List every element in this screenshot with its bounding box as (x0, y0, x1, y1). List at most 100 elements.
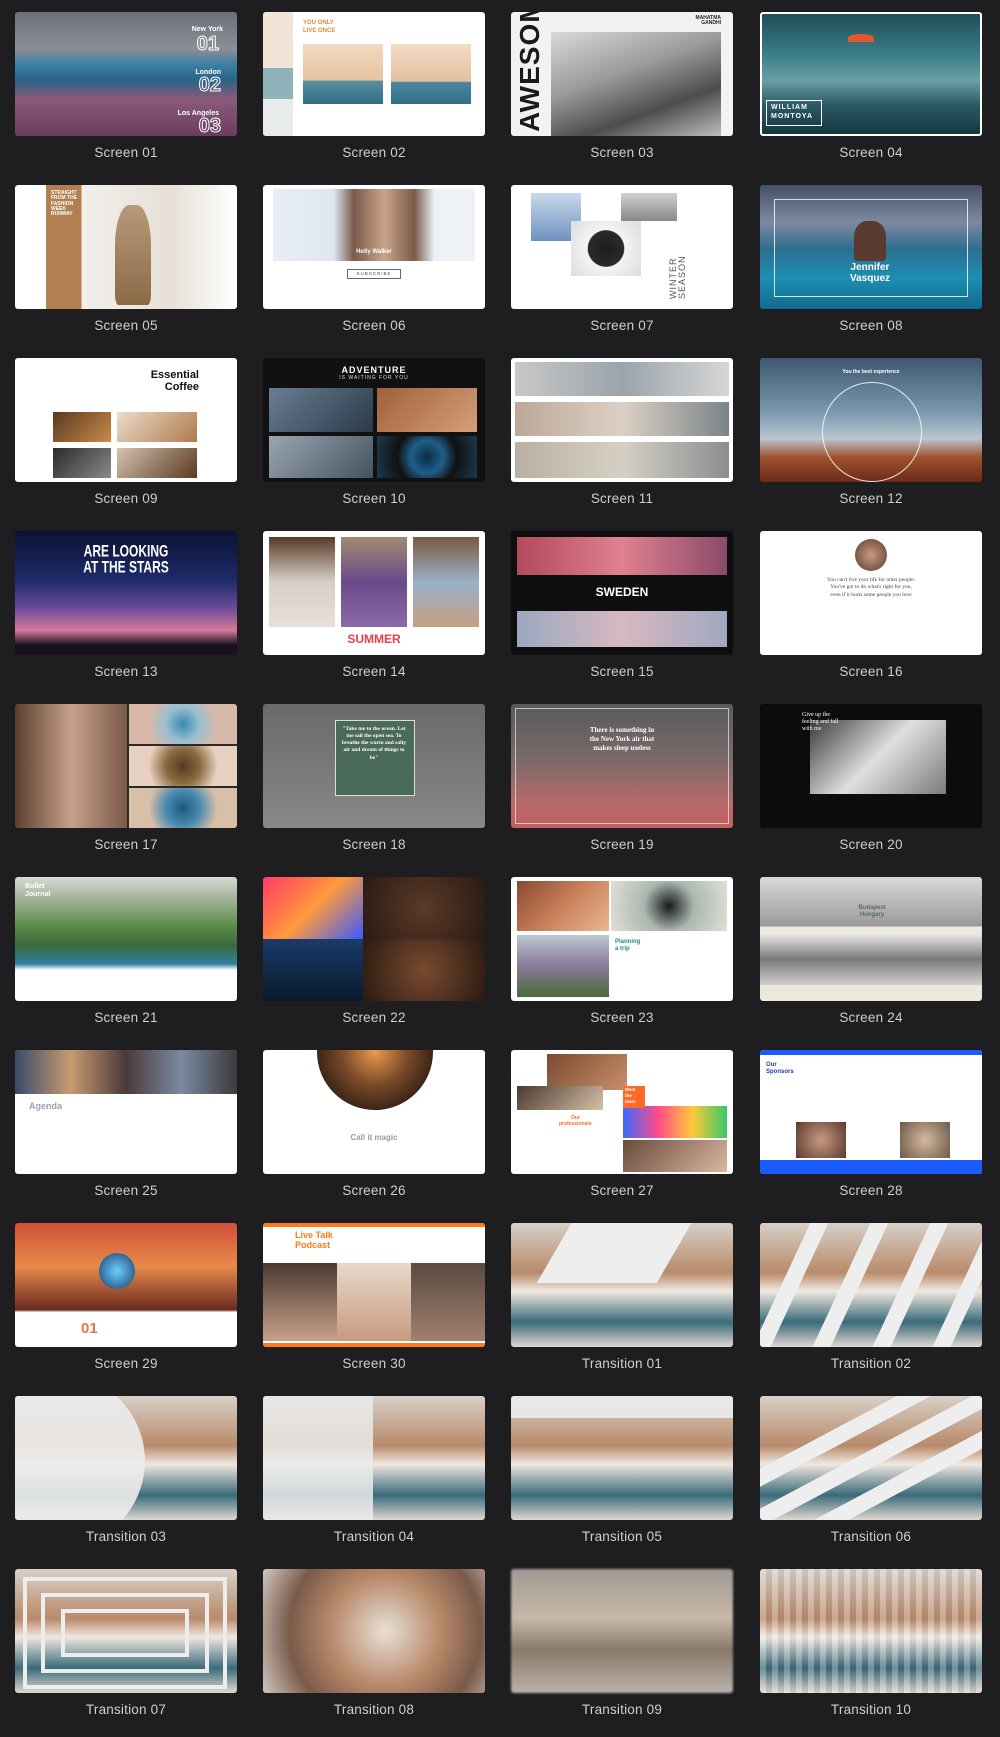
thumbnail-image[interactable]: Give up the feeling and fall with me (760, 704, 982, 828)
thumbnail-image[interactable] (15, 704, 237, 828)
thumbnail-card-screen-10[interactable]: ADVENTURE IS WAITING FOR YOU Screen 10 (263, 358, 485, 508)
thumbnail-card-screen-09[interactable]: Essential Coffee Screen 09 (15, 358, 237, 508)
thumbnail-card-screen-11[interactable]: Screen 11 (511, 358, 733, 508)
thumbnail-image[interactable]: New York 01 London 02 Los Angeles 03 (15, 12, 237, 136)
thumbnail-card-transition-08[interactable]: Transition 08 (263, 1569, 485, 1719)
thumbnail-image[interactable]: SUMMER (263, 531, 485, 655)
thumbnail-image[interactable]: You the best experience (760, 358, 982, 482)
thumbnail-card-screen-01[interactable]: New York 01 London 02 Los Angeles 03 Scr… (15, 12, 237, 162)
thumbnail-card-screen-20[interactable]: Give up the feeling and fall with me Scr… (760, 704, 982, 854)
thumbnail-card-screen-17[interactable]: Screen 17 (15, 704, 237, 854)
title-line: Budapest (858, 905, 886, 911)
thumbnail-card-transition-06[interactable]: Transition 06 (760, 1396, 982, 1546)
title-line: LIVE ONCE (303, 28, 336, 34)
thumbnail-image[interactable]: Meet the team Our professionals (511, 1050, 733, 1174)
thumbnail-card-screen-02[interactable]: YOU ONLY LIVE ONCE Screen 02 (263, 12, 485, 162)
thumbnail-image[interactable]: Budapest Hungary (760, 877, 982, 1001)
thumbnail-image[interactable]: There is something in the New York air t… (511, 704, 733, 828)
thumbnail-image[interactable]: AWESOME MAHATMA GANDHI (511, 12, 733, 136)
thumbnail-card-screen-25[interactable]: Agenda Screen 25 (15, 1050, 237, 1200)
thumbnail-card-transition-05[interactable]: Transition 05 (511, 1396, 733, 1546)
thumbnail-card-transition-02[interactable]: Transition 02 (760, 1223, 982, 1373)
thumbnail-image[interactable]: Planning a trip (511, 877, 733, 1001)
thumbnail-card-transition-09[interactable]: Transition 09 (511, 1569, 733, 1719)
thumbnail-image[interactable] (263, 1396, 485, 1520)
title-line: YOU ONLY (303, 20, 334, 26)
thumbnail-card-screen-24[interactable]: Budapest Hungary Screen 24 (760, 877, 982, 1027)
thumbnail-card-screen-07[interactable]: WINTER SEASON Screen 07 (511, 185, 733, 335)
thumbnail-label: Screen 28 (839, 1183, 903, 1198)
thumbnail-card-screen-26[interactable]: Call it magic Screen 26 (263, 1050, 485, 1200)
thumbnail-image[interactable] (263, 877, 485, 1001)
thumbnail-card-screen-12[interactable]: You the best experience Screen 12 (760, 358, 982, 508)
thumbnail-label: Transition 06 (830, 1529, 912, 1544)
thumbnail-image[interactable] (760, 1396, 982, 1520)
thumbnail-card-transition-10[interactable]: Transition 10 (760, 1569, 982, 1719)
thumbnail-image[interactable] (511, 358, 733, 482)
thumbnail-image[interactable]: WINTER SEASON (511, 185, 733, 309)
thumbnail-image[interactable]: Holly Walker SUBSCRIBE (263, 185, 485, 309)
thumbnail-card-screen-29[interactable]: 01 Screen 29 (15, 1223, 237, 1373)
thumbnail-image[interactable]: STRAIGHT FROM THE FASHION WEEK RUNWAY (15, 185, 237, 309)
thumbnail-image[interactable] (760, 1569, 982, 1693)
thumbnail-card-screen-14[interactable]: SUMMER Screen 14 (263, 531, 485, 681)
thumbnail-image[interactable] (15, 1569, 237, 1693)
thumbnail-image[interactable]: ADVENTURE IS WAITING FOR YOU (263, 358, 485, 482)
thumbnail-image[interactable]: Call it magic (263, 1050, 485, 1174)
thumbnail-image[interactable]: WILLIAM MONTOYA (760, 12, 982, 136)
thumbnail-card-screen-13[interactable]: ARE LOOKING AT THE STARS Screen 13 (15, 531, 237, 681)
thumbnail-image[interactable]: 01 (15, 1223, 237, 1347)
thumbnail-card-screen-30[interactable]: Live Talk Podcast Screen 30 (263, 1223, 485, 1373)
thumbnail-image[interactable]: Agenda (15, 1050, 237, 1174)
thumbnail-card-screen-27[interactable]: Meet the team Our professionals Screen 2… (511, 1050, 733, 1200)
thumbnail-card-screen-23[interactable]: Planning a trip Screen 23 (511, 877, 733, 1027)
thumbnail-image[interactable]: Essential Coffee (15, 358, 237, 482)
thumbnail-card-screen-21[interactable]: Bullet Journal Screen 21 (15, 877, 237, 1027)
thumbnail-card-transition-03[interactable]: Transition 03 (15, 1396, 237, 1546)
thumbnail-card-screen-22[interactable]: Screen 22 (263, 877, 485, 1027)
thumbnail-card-screen-28[interactable]: Our Sponsors Screen 28 (760, 1050, 982, 1200)
vertical-title: WINTER SEASON (668, 255, 688, 299)
thumbnail-card-transition-04[interactable]: Transition 04 (263, 1396, 485, 1546)
thumbnail-image[interactable]: "Take me to the ocean. Let me sail the o… (263, 704, 485, 828)
thumbnail-image[interactable]: Jennifer Vasquez (760, 185, 982, 309)
thumbnail-image[interactable] (511, 1223, 733, 1347)
thumbnail-card-screen-04[interactable]: WILLIAM MONTOYA Screen 04 (760, 12, 982, 162)
thumbnail-label: Screen 15 (590, 664, 654, 679)
thumbnail-label: Screen 21 (94, 1010, 158, 1025)
thumbnail-image[interactable] (760, 1223, 982, 1347)
thumbnail-card-screen-15[interactable]: SWEDEN Screen 15 (511, 531, 733, 681)
thumbnail-card-screen-19[interactable]: There is something in the New York air t… (511, 704, 733, 854)
thumbnail-image[interactable]: YOU ONLY LIVE ONCE (263, 12, 485, 136)
quote-text: You can't live your life for other peopl… (826, 577, 916, 598)
thumbnail-image[interactable] (15, 1396, 237, 1520)
thumbnail-image[interactable]: ARE LOOKING AT THE STARS (15, 531, 237, 655)
thumbnail-label: Screen 23 (590, 1010, 654, 1025)
thumbnail-card-screen-03[interactable]: AWESOME MAHATMA GANDHI Screen 03 (511, 12, 733, 162)
thumbnail-card-screen-08[interactable]: Jennifer Vasquez Screen 08 (760, 185, 982, 335)
name-line: MONTOYA (771, 113, 814, 120)
title-line: Hungary (859, 912, 885, 918)
thumbnail-label: Screen 24 (839, 1010, 903, 1025)
thumbnail-label: Screen 22 (342, 1010, 406, 1025)
thumbnail-label: Screen 30 (342, 1356, 406, 1371)
thumbnail-image[interactable]: Live Talk Podcast (263, 1223, 485, 1347)
thumbnail-card-transition-07[interactable]: Transition 07 (15, 1569, 237, 1719)
thumbnail-image[interactable] (511, 1396, 733, 1520)
thumbnail-card-screen-06[interactable]: Holly Walker SUBSCRIBE Screen 06 (263, 185, 485, 335)
thumbnail-image[interactable]: Bullet Journal (15, 877, 237, 1001)
label-line: team (625, 1099, 636, 1104)
thumbnail-card-screen-16[interactable]: You can't live your life for other peopl… (760, 531, 982, 681)
thumbnail-card-transition-01[interactable]: Transition 01 (511, 1223, 733, 1373)
thumbnail-card-screen-05[interactable]: STRAIGHT FROM THE FASHION WEEK RUNWAY Sc… (15, 185, 237, 335)
thumbnail-label: Screen 25 (94, 1183, 158, 1198)
thumbnail-image[interactable] (263, 1569, 485, 1693)
thumbnail-image[interactable]: Our Sponsors (760, 1050, 982, 1174)
thumbnail-image[interactable]: SWEDEN (511, 531, 733, 655)
thumbnail-label: Screen 14 (342, 664, 406, 679)
thumbnail-card-screen-18[interactable]: "Take me to the ocean. Let me sail the o… (263, 704, 485, 854)
thumbnail-image[interactable]: You can't live your life for other peopl… (760, 531, 982, 655)
thumbnail-image[interactable] (511, 1569, 733, 1693)
thumbnail-label: Screen 18 (342, 837, 406, 852)
title-line: a trip (615, 946, 630, 952)
